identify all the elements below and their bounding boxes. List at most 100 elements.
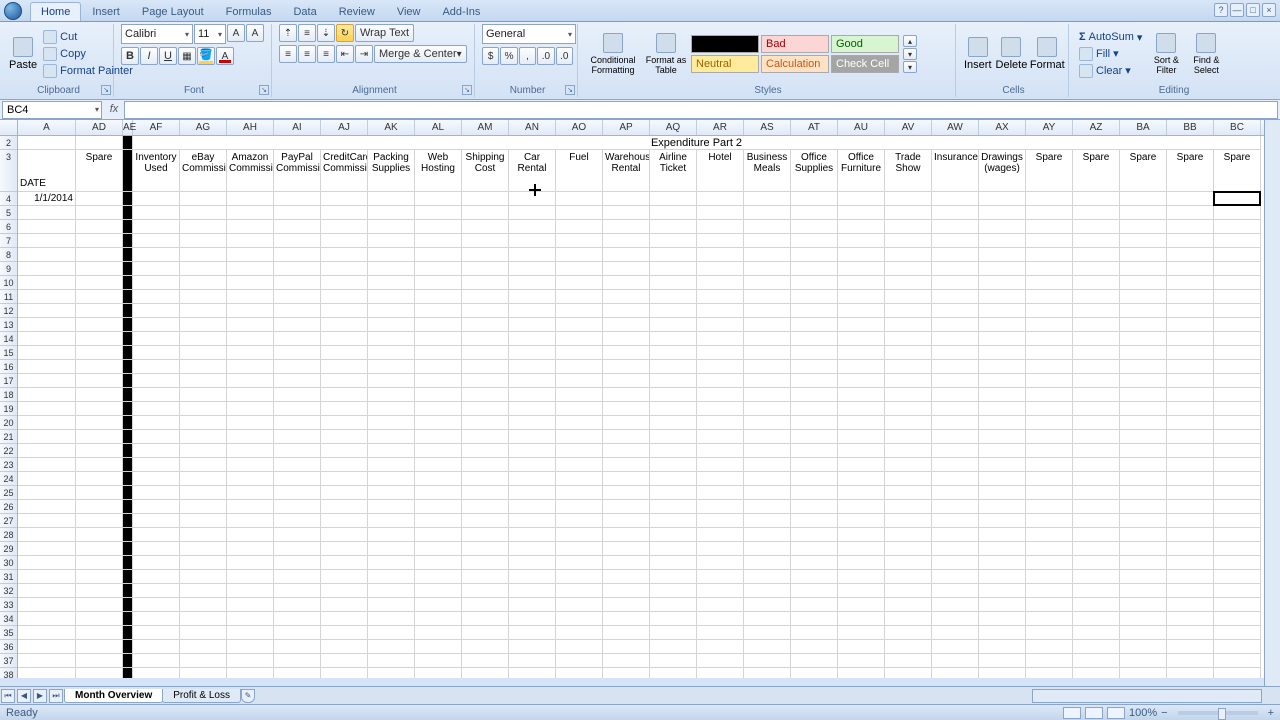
cell[interactable]: [509, 360, 556, 374]
cell[interactable]: [76, 192, 123, 206]
cell[interactable]: [744, 220, 791, 234]
cell[interactable]: [509, 472, 556, 486]
cell[interactable]: [18, 458, 76, 472]
cell[interactable]: [1120, 654, 1167, 668]
cell[interactable]: [697, 458, 744, 472]
cell[interactable]: [1073, 388, 1120, 402]
cell[interactable]: [227, 388, 274, 402]
cell[interactable]: [791, 584, 838, 598]
cell[interactable]: [18, 220, 76, 234]
cell[interactable]: [885, 360, 932, 374]
cell[interactable]: [180, 206, 227, 220]
cell[interactable]: [1073, 220, 1120, 234]
cell[interactable]: [123, 332, 133, 346]
cell[interactable]: [979, 528, 1026, 542]
cell[interactable]: [76, 206, 123, 220]
cell[interactable]: [979, 220, 1026, 234]
tab-page-layout[interactable]: Page Layout: [131, 2, 215, 21]
cell[interactable]: [123, 234, 133, 248]
cell[interactable]: [1073, 668, 1120, 678]
cell[interactable]: [932, 458, 979, 472]
cell[interactable]: [133, 416, 180, 430]
clear-button[interactable]: Clear ▾: [1076, 63, 1145, 79]
cell[interactable]: [932, 542, 979, 556]
row-header[interactable]: 38: [0, 668, 17, 678]
cell[interactable]: [932, 444, 979, 458]
cell[interactable]: [274, 262, 321, 276]
cell[interactable]: [838, 318, 885, 332]
cell[interactable]: [979, 248, 1026, 262]
cell[interactable]: [697, 360, 744, 374]
cell[interactable]: [1167, 304, 1214, 318]
cell[interactable]: [123, 514, 133, 528]
cell[interactable]: [274, 640, 321, 654]
cell[interactable]: [415, 346, 462, 360]
cell[interactable]: [415, 248, 462, 262]
cell[interactable]: [979, 598, 1026, 612]
cell[interactable]: [1167, 416, 1214, 430]
cell[interactable]: [227, 248, 274, 262]
cell[interactable]: [1120, 290, 1167, 304]
dialog-launcher[interactable]: ↘: [101, 85, 111, 95]
cell[interactable]: [509, 542, 556, 556]
cell[interactable]: [123, 584, 133, 598]
cell[interactable]: [603, 626, 650, 640]
cell[interactable]: [1026, 598, 1073, 612]
col-header[interactable]: BB: [1167, 120, 1214, 135]
cell[interactable]: [979, 570, 1026, 584]
cell[interactable]: [509, 444, 556, 458]
cell[interactable]: [603, 430, 650, 444]
cell[interactable]: [509, 626, 556, 640]
row-header[interactable]: 37: [0, 654, 17, 668]
cell[interactable]: [1026, 528, 1073, 542]
cell[interactable]: eBayCommission: [180, 150, 227, 192]
cell[interactable]: [1167, 318, 1214, 332]
cell[interactable]: [368, 472, 415, 486]
cell[interactable]: [462, 290, 509, 304]
cell[interactable]: [133, 654, 180, 668]
cell[interactable]: [885, 346, 932, 360]
cell[interactable]: [979, 234, 1026, 248]
cell[interactable]: [650, 290, 697, 304]
cell[interactable]: Insurance: [932, 150, 979, 192]
cell[interactable]: [1073, 472, 1120, 486]
cell[interactable]: [791, 318, 838, 332]
cell[interactable]: [697, 612, 744, 626]
tab-formulas[interactable]: Formulas: [215, 2, 283, 21]
tab-insert[interactable]: Insert: [81, 2, 131, 21]
cell[interactable]: [415, 528, 462, 542]
cell[interactable]: [1073, 500, 1120, 514]
cell[interactable]: [979, 318, 1026, 332]
cell[interactable]: [321, 360, 368, 374]
cell[interactable]: [133, 374, 180, 388]
cell[interactable]: [76, 276, 123, 290]
cell[interactable]: [321, 430, 368, 444]
cell[interactable]: Spare: [1026, 150, 1073, 192]
cell[interactable]: 1/1/2014: [18, 192, 76, 206]
col-header[interactable]: AD: [76, 120, 123, 135]
cell[interactable]: [76, 430, 123, 444]
cell[interactable]: [979, 514, 1026, 528]
cell[interactable]: [1167, 388, 1214, 402]
cell[interactable]: [415, 640, 462, 654]
cell[interactable]: [274, 472, 321, 486]
cell[interactable]: [509, 528, 556, 542]
cell[interactable]: [1120, 514, 1167, 528]
cell[interactable]: [1214, 346, 1261, 360]
row-header[interactable]: 25: [0, 486, 17, 500]
cell[interactable]: [885, 304, 932, 318]
cell[interactable]: [321, 346, 368, 360]
cell[interactable]: [509, 290, 556, 304]
cell[interactable]: [76, 458, 123, 472]
cell[interactable]: [791, 206, 838, 220]
cell[interactable]: [18, 444, 76, 458]
cell[interactable]: [415, 360, 462, 374]
align-top-button[interactable]: ⇡: [279, 24, 297, 42]
cell[interactable]: [133, 612, 180, 626]
comma-button[interactable]: ,: [519, 47, 536, 65]
currency-button[interactable]: $: [482, 47, 499, 65]
cell[interactable]: [838, 276, 885, 290]
col-header[interactable]: AM: [462, 120, 509, 135]
cell[interactable]: [556, 612, 603, 626]
cell[interactable]: [18, 332, 76, 346]
